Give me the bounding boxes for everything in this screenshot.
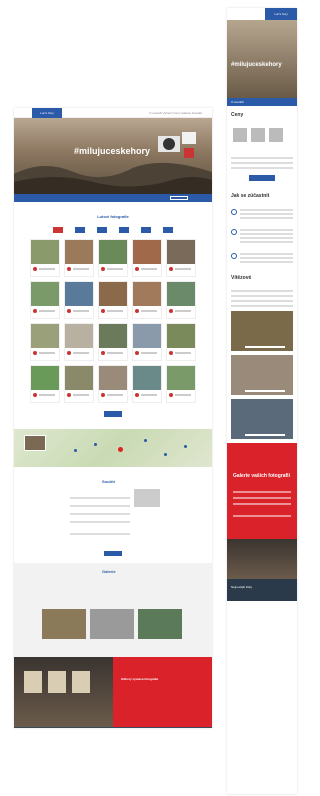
map-photo-thumbnail[interactable] [24,435,46,451]
mobile-cta-button[interactable] [249,175,275,181]
photo-card[interactable] [64,323,94,361]
category-icon[interactable] [119,227,129,233]
gallery-section: Galerie [14,563,212,657]
photo-card[interactable] [30,365,60,403]
photo-card[interactable] [166,281,196,319]
prizes-heading: Ceny [231,112,244,118]
category-icons [14,227,212,233]
winner-photo[interactable] [231,311,293,351]
camera-prize-image [158,132,196,158]
photo-card[interactable] [64,239,94,277]
hero-title: #milujuceskehory [74,146,151,156]
photo-card[interactable] [98,239,128,277]
gallery-title: Galerie [102,569,116,574]
winner-photo[interactable] [231,355,293,395]
hero-cta-button[interactable] [170,196,188,200]
category-icon[interactable] [53,227,63,233]
category-icon[interactable] [75,227,85,233]
photo-card[interactable] [132,239,162,277]
photo-card[interactable] [166,323,196,361]
photo-card[interactable] [98,323,128,361]
photo-card[interactable] [30,323,60,361]
hero-banner: #milujuceskehory [14,118,212,194]
exhibition-text: Odbory výstava fotografie [113,657,212,727]
prize-section: Soutěž [14,467,212,563]
photo-card[interactable] [98,281,128,319]
brand-tag[interactable]: Luc’s hory [265,8,297,20]
brand-tag[interactable]: Luc’s hory [32,108,62,118]
mobile-preview: Luc’s hory #milujuceskehory O soutěži Ce… [227,8,297,794]
gallery-section-title: Lutovi fotografie [97,214,129,219]
prize-title: Soutěž [102,479,116,484]
mobile-gallery-banner: Galerie vašich fotografií [227,443,297,539]
desktop-preview: Luc’s hory O soutěži Výherci Ceny Galeri… [14,108,212,728]
how-heading: Jak se zúčastnit [231,193,270,199]
photo-card[interactable] [132,281,162,319]
mobile-hero: #milujuceskehory [227,20,297,98]
gallery-photo[interactable] [138,609,182,639]
nav-links[interactable]: O soutěži Výherci Ceny Galerie Kontakt [149,111,202,115]
photo-card[interactable] [132,323,162,361]
photo-card[interactable] [64,281,94,319]
footer [14,727,212,728]
exhibition-photo [14,657,113,727]
category-icon[interactable] [163,227,173,233]
hero-action-bar [14,194,212,202]
exhibition-section: Odbory výstava fotografie [14,657,212,727]
prize-camera-image [134,489,160,507]
prize-cta-button[interactable] [104,551,122,556]
mobile-topbar: Luc’s hory [227,8,297,20]
winner-photo[interactable] [231,399,293,439]
mobile-bluebar[interactable]: O soutěži [227,98,297,106]
hero-title: #milujuceskehory [231,62,282,68]
winners-heading: Vítězové [231,275,252,281]
gallery-photo[interactable] [90,609,134,639]
photo-card[interactable] [166,365,196,403]
photo-card[interactable] [132,365,162,403]
photo-grid [14,239,212,403]
map-section[interactable] [14,429,212,467]
photo-card[interactable] [30,281,60,319]
photo-card[interactable] [98,365,128,403]
load-more-button[interactable] [104,411,122,417]
top-navigation: Luc’s hory O soutěži Výherci Ceny Galeri… [14,108,212,118]
photo-card[interactable] [30,239,60,277]
photo-card[interactable] [64,365,94,403]
prize-cameras [227,124,297,154]
category-icon[interactable] [141,227,151,233]
mobile-footer: Nejnovější fotky [227,579,297,601]
mobile-exhibition-photo [227,539,297,579]
category-icon[interactable] [97,227,107,233]
gallery-photo[interactable] [42,609,86,639]
photo-card[interactable] [166,239,196,277]
